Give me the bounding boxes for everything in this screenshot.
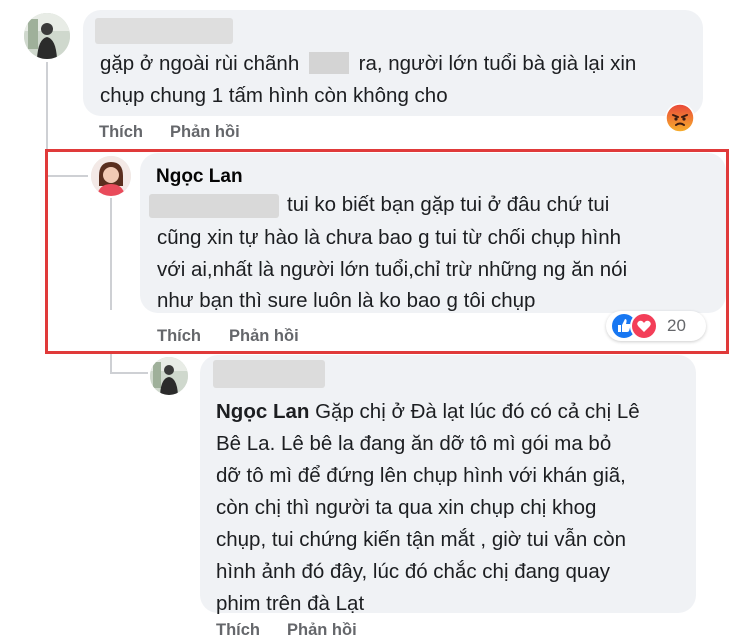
comment-text-line: với ai,nhất là người lớn tuổi,chỉ trừ nh… — [157, 258, 628, 281]
reaction-summary[interactable]: 20 — [606, 311, 706, 341]
comment-author-name[interactable]: Ngọc Lan — [156, 166, 243, 188]
comment-text-line: còn chị thì người ta qua xin chụp chị kh… — [216, 496, 597, 519]
avatar-photo — [150, 357, 188, 395]
blurred-word — [308, 52, 349, 74]
comment-text-fragment: Gặp chị ở Đà lạt lúc đó có cả chị Lê — [315, 400, 640, 423]
reply-button[interactable]: Phản hồi — [287, 621, 357, 640]
comment-text-fragment: gặp ở ngoài rùi chãnh — [100, 52, 300, 75]
comment-text-line: tui ko biết bạn gặp tui ở đâu chứ tui — [287, 193, 610, 216]
thread-connector — [110, 198, 112, 310]
like-button[interactable]: Thích — [216, 621, 260, 640]
comment-text-line: dỡ tô mì để đứng lên chụp hình với khán … — [216, 464, 626, 487]
blurred-username — [95, 18, 233, 44]
comment-text-line: phim trên đà Lạt — [216, 592, 365, 615]
like-button[interactable]: Thích — [157, 327, 201, 346]
ngoc-lan-avatar[interactable] — [91, 156, 131, 196]
thread-connector — [110, 354, 112, 374]
comment-text-line: hình ảnh đó đây, lúc đó chắc chị đang qu… — [216, 560, 610, 583]
comment-text-line: Ngọc Lan Gặp chị ở Đà lạt lúc đó có cả c… — [216, 395, 640, 429]
blurred-mention — [149, 194, 279, 218]
angry-face-icon[interactable] — [665, 103, 695, 133]
comment-text-line: chụp chung 1 tấm hình còn không cho — [100, 84, 448, 107]
reaction-count: 20 — [667, 316, 686, 335]
comment-text-line: như bạn thì sure luôn là ko bao g tôi ch… — [157, 289, 536, 312]
love-icon — [630, 312, 658, 340]
comment-text-line: cũng xin tự hào là chưa bao g tui từ chố… — [157, 226, 621, 249]
avatar-photo — [91, 156, 131, 196]
comment-text-line: gặp ở ngoài rùi chãnh ra, người lớn tuổi… — [100, 47, 636, 81]
comment-text-fragment: ra, người lớn tuổi bà già lại xin — [358, 52, 637, 75]
comment-text-line: chụp, tui chứng kiến tận mắt , giờ tui v… — [216, 528, 627, 551]
reply-button[interactable]: Phản hồi — [170, 123, 240, 142]
comment-text-line: Bê La. Lê bê la đang ăn dỡ tô mì gói ma … — [216, 432, 612, 455]
reply-button[interactable]: Phản hồi — [229, 327, 299, 346]
commenter-avatar[interactable] — [24, 13, 70, 59]
blurred-username — [213, 360, 325, 388]
like-button[interactable]: Thích — [99, 123, 143, 142]
mention-name[interactable]: Ngọc Lan — [216, 400, 309, 423]
avatar-photo — [24, 13, 70, 59]
thread-connector — [110, 372, 148, 374]
replier-avatar[interactable] — [150, 357, 188, 395]
